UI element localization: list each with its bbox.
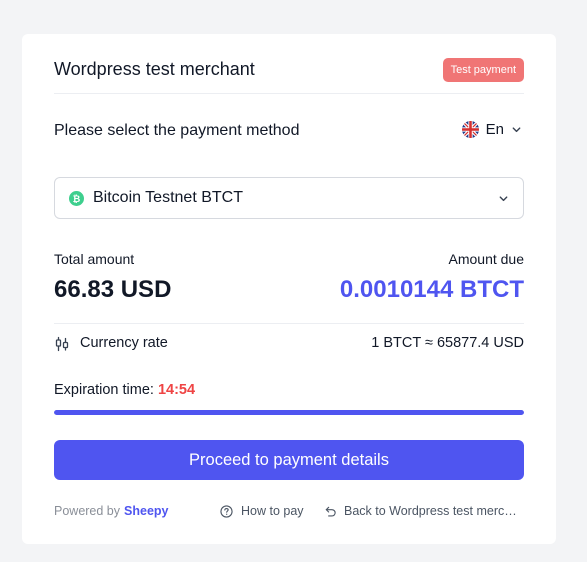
expiration-timer: 14:54 [157,382,196,398]
card-footer: Powered by Sheepy How to pay Back to Word… [54,504,524,520]
proceed-button[interactable]: Proceed to payment details [54,440,524,480]
expiration-row: Expiration time: 14:54 [54,382,195,398]
amount-due-value: 0.0010144 BTCT [339,276,524,303]
help-circle-icon [220,504,233,518]
divider [54,323,524,324]
total-amount-label: Total amount [54,251,135,267]
merchant-title: Wordpress test merchant [54,59,255,79]
selected-coin-label: Bitcoin Testnet BTCT [93,189,243,206]
payment-card: Wordpress test merchant Test payment Ple… [22,34,556,544]
undo-arrow-icon [325,506,336,517]
total-amount-value: 66.83 USD [54,276,172,303]
back-to-merchant-link[interactable]: Back to Wordpress test merchant [324,504,524,518]
chevron-down-icon [512,127,521,133]
powered-by-label: Powered by [54,504,121,518]
coin-select[interactable]: ₿ Bitcoin Testnet BTCT [54,177,524,219]
how-to-pay-label: How to pay [241,504,304,518]
language-selector[interactable]: En [461,121,522,138]
how-to-pay-link[interactable]: How to pay [220,504,304,518]
payment-method-label: Please select the payment method [54,122,300,139]
amount-due-label: Amount due [448,251,525,267]
powered-by: Powered by Sheepy [54,504,168,518]
chevron-down-icon [499,196,508,202]
sheepy-link[interactable]: Sheepy [124,504,168,518]
language-label: En [485,121,504,138]
expiration-progress-fill [54,410,524,415]
svg-text:₿: ₿ [73,193,81,204]
bitcoin-icon: ₿ [69,190,84,206]
back-link-label: Back to Wordpress test merchant [344,504,522,518]
expiration-label: Expiration time: [54,382,158,398]
expiration-progress [54,410,524,415]
card-header: Wordpress test merchant Test payment [54,58,524,94]
currency-rate-label: Currency rate [80,335,168,351]
currency-rate-value: 1 BTCT ≈ 65877.4 USD [371,335,524,351]
candlestick-chart-icon [55,336,69,352]
test-payment-badge: Test payment [442,58,524,82]
uk-flag-icon [461,121,479,138]
